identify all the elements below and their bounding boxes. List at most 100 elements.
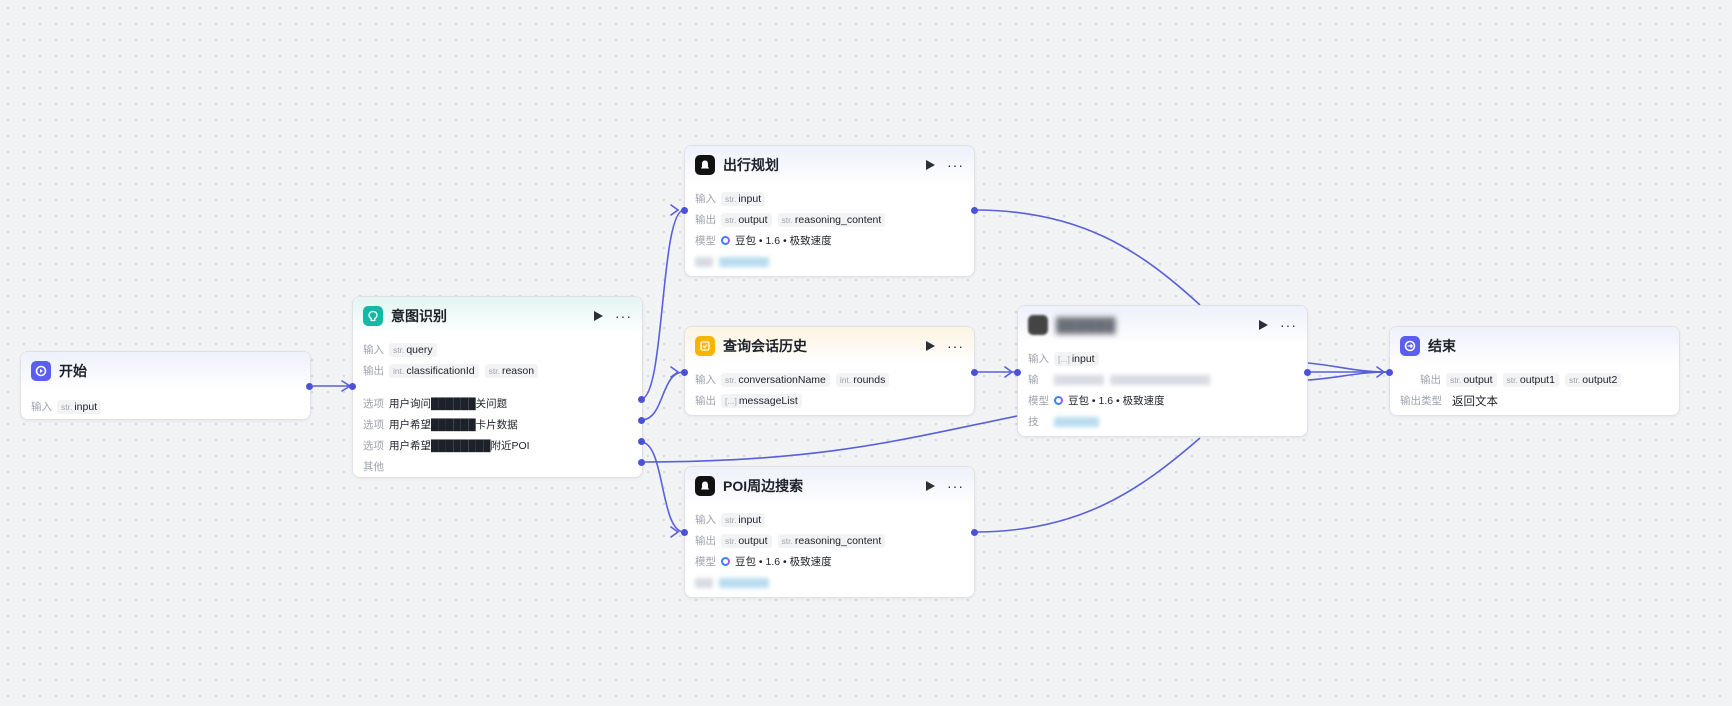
run-icon[interactable]	[926, 341, 935, 351]
output-type-label: 输出类型	[1400, 395, 1442, 407]
poi-title: POI周边搜索	[723, 478, 804, 494]
aggregate-title: ██████	[1056, 317, 1116, 333]
input-label: 输入	[363, 344, 384, 356]
redacted-block	[1054, 374, 1104, 385]
param-tag: [...] input	[1054, 351, 1099, 366]
aggregate-node[interactable]: ██████ ··· 输入 [...] input 输 模型 豆包 • 1.6 •…	[1017, 305, 1308, 437]
option-label: 选项	[363, 419, 384, 431]
param-tag: str. reason	[484, 363, 539, 378]
input-label: 输入	[695, 514, 716, 526]
arrow-travel	[670, 204, 680, 216]
option-label: 选项	[363, 398, 384, 410]
param-tag: str. output2	[1564, 372, 1622, 387]
intent-out-port-2[interactable]	[638, 417, 645, 424]
more-icon[interactable]: ···	[947, 479, 964, 493]
param-tag: str. output	[1446, 372, 1497, 387]
travel-in-port[interactable]	[681, 207, 688, 214]
intent-node[interactable]: 意图识别 ··· 输入 str. query 输出 int. classificat…	[352, 296, 643, 478]
history-node[interactable]: 查询会话历史 ··· 输入 str. conversationName int. r…	[684, 326, 975, 416]
edge-intent-poi[interactable]	[640, 441, 685, 533]
intent-out-port-other[interactable]	[638, 459, 645, 466]
param-tag: int. classificationId	[389, 363, 479, 378]
llm-icon	[695, 476, 715, 496]
edge-other-middle[interactable]	[640, 415, 1018, 463]
param-tag: str. query	[389, 342, 437, 357]
intent-out-port-3[interactable]	[638, 438, 645, 445]
run-icon[interactable]	[594, 311, 603, 321]
doubao-icon	[721, 557, 730, 566]
param-tag: str. reasoning_content	[777, 212, 886, 227]
param-tag: str. input	[721, 191, 766, 206]
run-icon[interactable]	[1259, 320, 1268, 330]
param-tag: str. input	[721, 512, 766, 527]
model-name: 豆包 • 1.6 • 极致速度	[1068, 395, 1165, 407]
edge-middle-end-1[interactable]	[1307, 362, 1390, 373]
poi-in-port[interactable]	[681, 529, 688, 536]
model-label: 模型	[695, 235, 716, 247]
more-icon[interactable]: ···	[947, 158, 964, 172]
skill-label: 技	[1028, 416, 1039, 428]
output-label: 输出	[695, 214, 716, 226]
param-tag: [...] messageList	[721, 393, 802, 408]
param-tag: str. input	[57, 399, 102, 414]
edge-middle-end-3[interactable]	[1307, 371, 1390, 381]
arrow-history	[670, 366, 680, 378]
edge-travel-middle[interactable]	[974, 209, 1201, 306]
history-out-port[interactable]	[971, 369, 978, 376]
input-label: 输入	[695, 193, 716, 205]
param-tag: int. rounds	[835, 372, 890, 387]
edge-intent-travel[interactable]	[640, 209, 685, 400]
model-label: 模型	[1028, 395, 1049, 407]
travel-node[interactable]: 出行规划 ··· 输入 str. input 输出 str. output str.…	[684, 145, 975, 277]
option-3: 用户希望████████附近POI	[389, 440, 530, 452]
poi-node[interactable]: POI周边搜索 ··· 输入 str. input 输出 str. output s…	[684, 466, 975, 598]
end-node[interactable]: 结束 输出 str. output str. output1 str. output2…	[1389, 326, 1680, 416]
aggregate-in-port[interactable]	[1014, 369, 1021, 376]
history-in-port[interactable]	[681, 369, 688, 376]
param-tag: str. output	[721, 212, 772, 227]
aggregate-out-port[interactable]	[1304, 369, 1311, 376]
option-label: 选项	[363, 440, 384, 452]
param-tag: str. output1	[1502, 372, 1559, 387]
param-tag: str. conversationName	[721, 372, 830, 387]
output-label: 输出	[1420, 374, 1441, 386]
history-icon	[695, 336, 715, 356]
arrow-end	[1376, 366, 1386, 378]
more-icon[interactable]: ···	[947, 339, 964, 353]
start-out-port[interactable]	[306, 383, 313, 390]
edge-intent-history[interactable]	[640, 371, 685, 421]
redacted-block	[695, 256, 713, 267]
edge-poi-middle[interactable]	[974, 437, 1201, 533]
doubao-icon	[1054, 396, 1063, 405]
run-icon[interactable]	[926, 160, 935, 170]
run-icon[interactable]	[926, 481, 935, 491]
start-icon	[31, 361, 51, 381]
other-label: 其他	[363, 461, 384, 473]
model-name: 豆包 • 1.6 • 极致速度	[735, 556, 832, 568]
more-icon[interactable]: ···	[615, 309, 632, 323]
end-in-port[interactable]	[1386, 369, 1393, 376]
more-icon[interactable]: ···	[1280, 318, 1297, 332]
output-label: 输	[1028, 374, 1039, 386]
llm-icon	[695, 155, 715, 175]
model-name: 豆包 • 1.6 • 极致速度	[735, 235, 832, 247]
option-2: 用户希望██████卡片数据	[389, 419, 518, 431]
poi-out-port[interactable]	[971, 529, 978, 536]
redacted-block	[719, 577, 769, 588]
output-type-value: 返回文本	[1452, 395, 1498, 408]
intent-title: 意图识别	[391, 308, 447, 324]
doubao-icon	[721, 236, 730, 245]
param-tag: str. output	[721, 533, 772, 548]
start-node[interactable]: 开始 输入 str. input	[20, 351, 311, 420]
output-label: 输出	[363, 365, 384, 377]
travel-out-port[interactable]	[971, 207, 978, 214]
arrow-poi	[670, 526, 680, 538]
intent-icon	[363, 306, 383, 326]
redacted-block	[695, 577, 713, 588]
intent-in-port[interactable]	[349, 383, 356, 390]
end-title: 结束	[1428, 338, 1456, 354]
redacted-block	[1110, 374, 1210, 385]
intent-out-port-1[interactable]	[638, 396, 645, 403]
model-label: 模型	[695, 556, 716, 568]
llm-icon	[1028, 315, 1048, 335]
